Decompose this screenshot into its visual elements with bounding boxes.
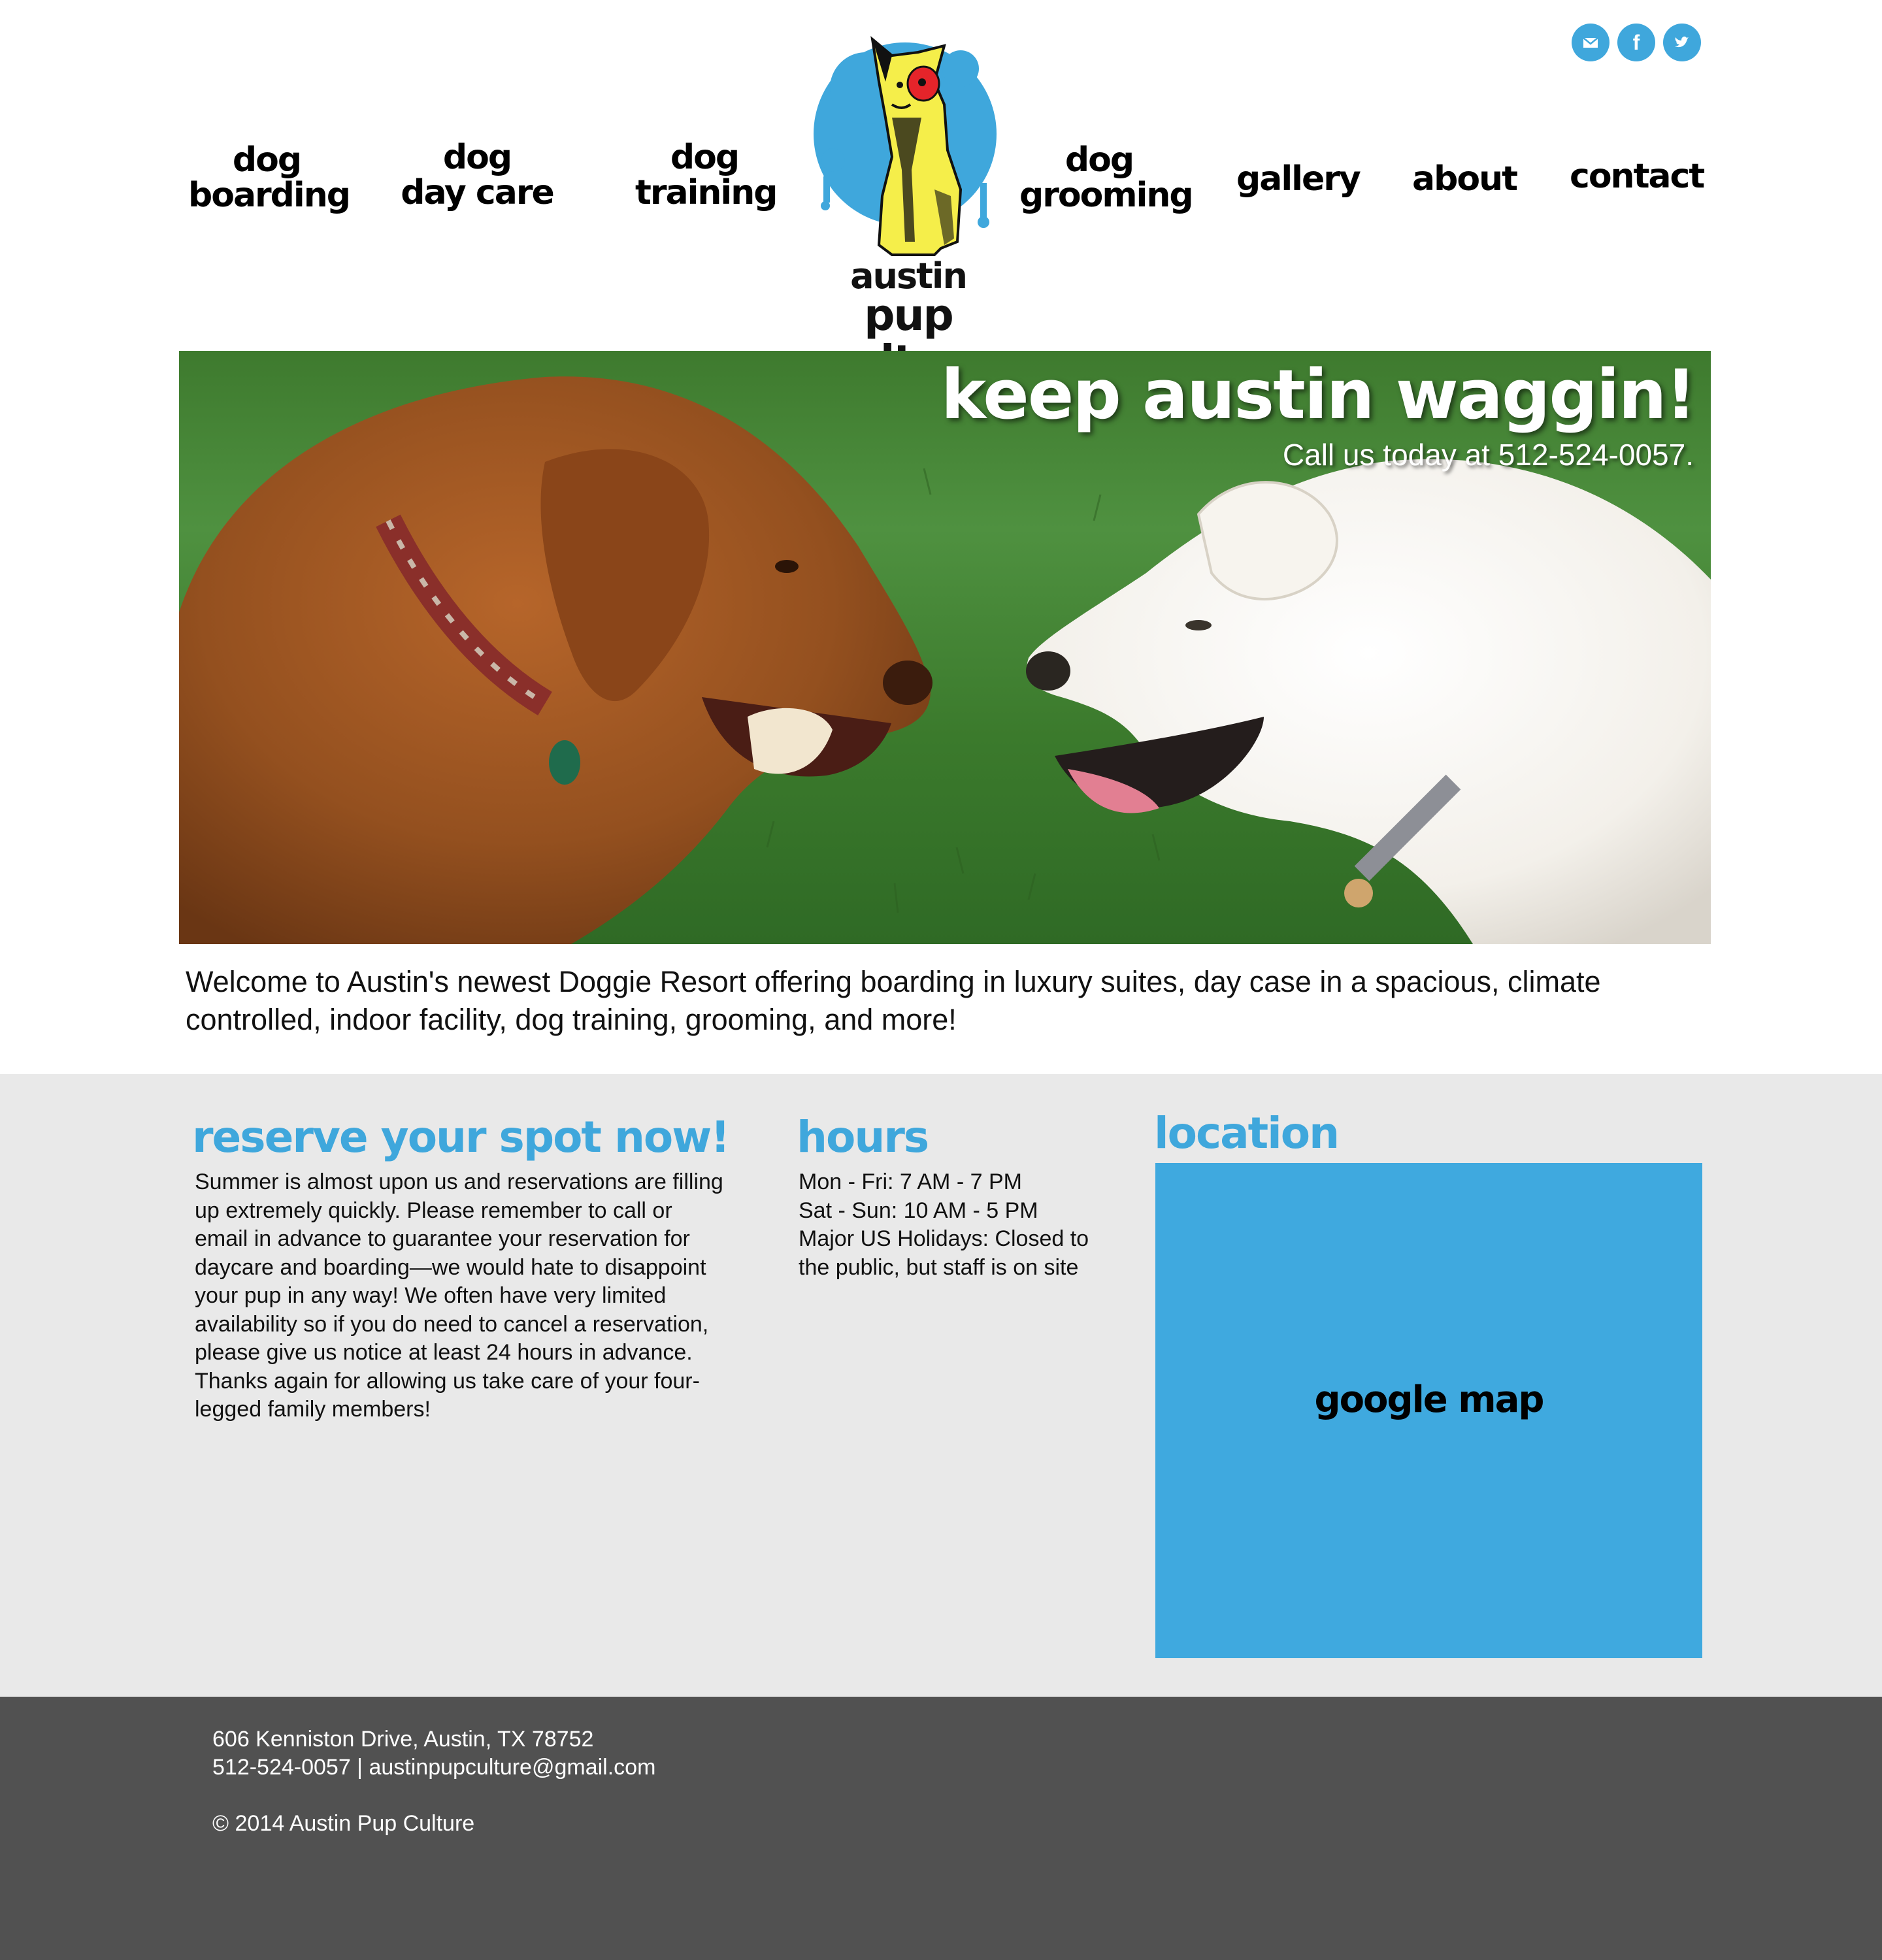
footer-contact[interactable]: 512-524-0057 | austinpupculture@gmail.co… (212, 1754, 655, 1782)
nav-label: grooming (1019, 176, 1194, 215)
hero-banner: keep austin waggin! Call us today at 512… (179, 351, 1711, 944)
logo-text-austin: austin (850, 255, 968, 297)
welcome-text: Welcome to Austin's newest Doggie Resort… (186, 965, 1601, 1036)
reserve-title: reserve your spot now! (192, 1112, 730, 1162)
email-icon[interactable] (1572, 24, 1610, 61)
hero-tagline: keep austin waggin! (940, 355, 1696, 434)
nav-label: dog (442, 138, 512, 177)
site-header: f dog boarding dog day care dog training (0, 0, 1882, 384)
nav-label: dog (670, 138, 740, 177)
nav-contact[interactable]: contact (1570, 157, 1705, 196)
nav-label: gallery (1236, 159, 1361, 199)
site-footer: 606 Kenniston Drive, Austin, TX 78752 51… (0, 1697, 1882, 1960)
facebook-icon[interactable]: f (1617, 24, 1655, 61)
hours-line: Mon - Fri: 7 AM - 7 PM (799, 1169, 1022, 1194)
hours-line: Major US Holidays: Closed to (799, 1226, 1089, 1251)
info-section: reserve your spot now! Summer is almost … (0, 1074, 1882, 1697)
footer-address: 606 Kenniston Drive, Austin, TX 78752 (212, 1727, 594, 1752)
hours-list: Mon - Fri: 7 AM - 7 PM Sat - Sun: 10 AM … (799, 1168, 1138, 1282)
twitter-icon[interactable] (1663, 24, 1701, 61)
reserve-body: Summer is almost upon us and reservation… (195, 1169, 723, 1422)
nav-dog-training[interactable]: dog training (635, 138, 778, 212)
google-map[interactable]: google map (1155, 1163, 1702, 1658)
nav-gallery[interactable]: gallery (1236, 159, 1361, 199)
hours-line: the public, but staff is on site (799, 1254, 1079, 1280)
nav-label: about (1412, 159, 1518, 199)
nav-label: contact (1570, 157, 1705, 196)
nav-label: training (635, 173, 778, 212)
nav-label: dog (232, 140, 302, 180)
nav-label: boarding (188, 176, 351, 215)
nav-label: day care (401, 173, 555, 212)
logo[interactable]: austin pup culture (794, 20, 1023, 384)
hours-line: Sat - Sun: 10 AM - 5 PM (799, 1198, 1038, 1223)
nav-dog-boarding[interactable]: dog boarding (188, 140, 351, 215)
facebook-glyph: f (1632, 30, 1640, 54)
dog-logo-icon (814, 36, 997, 256)
location-title: location (1154, 1108, 1340, 1158)
map-label: google map (1314, 1379, 1544, 1421)
nav-dog-day-care[interactable]: dog day care (400, 138, 555, 212)
nav-about[interactable]: about (1412, 159, 1518, 199)
hours-title: hours (797, 1112, 929, 1162)
nav-dog-grooming[interactable]: dog grooming (1019, 140, 1194, 215)
hero-phone-text: Call us today at 512-524-0057. (1282, 438, 1694, 472)
footer-copyright: © 2014 Austin Pup Culture (212, 1811, 475, 1836)
nav-label: dog (1065, 140, 1134, 180)
